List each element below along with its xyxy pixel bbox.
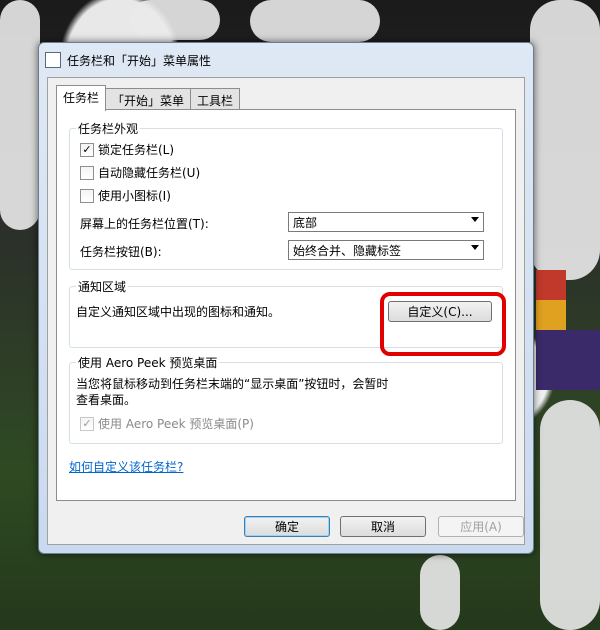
aero-desc-line1-row: 当您将鼠标移动到任务栏末端的“显示桌面”按钮时，会暂时 (76, 375, 388, 392)
highlight-annotation (380, 292, 506, 356)
buttons-select[interactable]: 始终合并、隐藏标签 (288, 240, 484, 260)
background-flag (536, 300, 566, 330)
notification-desc: 自定义通知区域中出现的图标和通知。 (76, 305, 281, 319)
aero-desc-line2: 查看桌面。 (76, 393, 137, 407)
title-bar[interactable]: 任务栏和「开始」菜单属性 (45, 49, 527, 71)
ok-button[interactable]: 确定 (244, 516, 330, 537)
background-figure (420, 555, 460, 630)
position-select[interactable]: 底部 (288, 212, 484, 232)
cancel-button[interactable]: 取消 (340, 516, 426, 537)
lock-taskbar-option[interactable]: ✓ 锁定任务栏(L) (80, 141, 174, 158)
notification-desc-row: 自定义通知区域中出现的图标和通知。 (76, 303, 280, 320)
small-icons-checkbox[interactable] (80, 188, 94, 203)
autohide-label: 自动隐藏任务栏(U) (98, 166, 201, 180)
window-icon (45, 52, 61, 68)
aero-peek-legend: 使用 Aero Peek 预览桌面 (76, 354, 220, 371)
background-figure (0, 0, 40, 230)
tab-taskbar[interactable]: 任务栏 (56, 85, 107, 111)
position-label: 屏幕上的任务栏位置(T): (80, 217, 209, 231)
window-title: 任务栏和「开始」菜单属性 (67, 53, 212, 68)
appearance-legend: 任务栏外观 (76, 120, 141, 137)
background-flag (536, 330, 600, 390)
aero-peek-checkbox[interactable]: ✓ (80, 416, 94, 431)
background-figure (530, 0, 600, 280)
notification-legend: 通知区域 (76, 278, 129, 295)
appearance-group: 任务栏外观 ✓ 锁定任务栏(L) 自动隐藏任务栏(U) 使用小图标(I) 屏幕上… (69, 120, 503, 270)
chevron-down-icon (471, 245, 479, 250)
background-figure (540, 400, 600, 630)
aero-peek-option[interactable]: ✓ 使用 Aero Peek 预览桌面(P) (80, 415, 254, 432)
tab-toolbars[interactable]: 工具栏 (190, 88, 241, 111)
help-link[interactable]: 如何自定义该任务栏? (69, 458, 183, 475)
aero-peek-group: 使用 Aero Peek 预览桌面 当您将鼠标移动到任务栏末端的“显示桌面”按钮… (69, 354, 503, 444)
tab-start-menu[interactable]: 「开始」菜单 (105, 88, 192, 111)
autohide-checkbox[interactable] (80, 165, 94, 180)
buttons-label: 任务栏按钮(B): (80, 245, 162, 259)
position-value: 底部 (293, 215, 318, 230)
buttons-value: 始终合并、隐藏标签 (293, 243, 402, 258)
small-icons-label: 使用小图标(I) (98, 189, 171, 203)
position-row: 屏幕上的任务栏位置(T): (80, 215, 209, 232)
autohide-option[interactable]: 自动隐藏任务栏(U) (80, 164, 200, 181)
background-figure (250, 0, 380, 42)
lock-taskbar-checkbox[interactable]: ✓ (80, 142, 94, 157)
aero-peek-label: 使用 Aero Peek 预览桌面(P) (98, 417, 254, 431)
apply-button[interactable]: 应用(A) (438, 516, 524, 537)
background-figure (130, 0, 220, 40)
chevron-down-icon (471, 217, 479, 222)
small-icons-option[interactable]: 使用小图标(I) (80, 187, 171, 204)
buttons-row: 任务栏按钮(B): (80, 243, 162, 260)
lock-taskbar-label: 锁定任务栏(L) (98, 143, 175, 157)
aero-desc-line2-row: 查看桌面。 (76, 391, 136, 408)
tab-strip: 任务栏 「开始」菜单 工具栏 (56, 85, 241, 111)
aero-desc-line1: 当您将鼠标移动到任务栏末端的“显示桌面”按钮时，会暂时 (76, 377, 389, 391)
